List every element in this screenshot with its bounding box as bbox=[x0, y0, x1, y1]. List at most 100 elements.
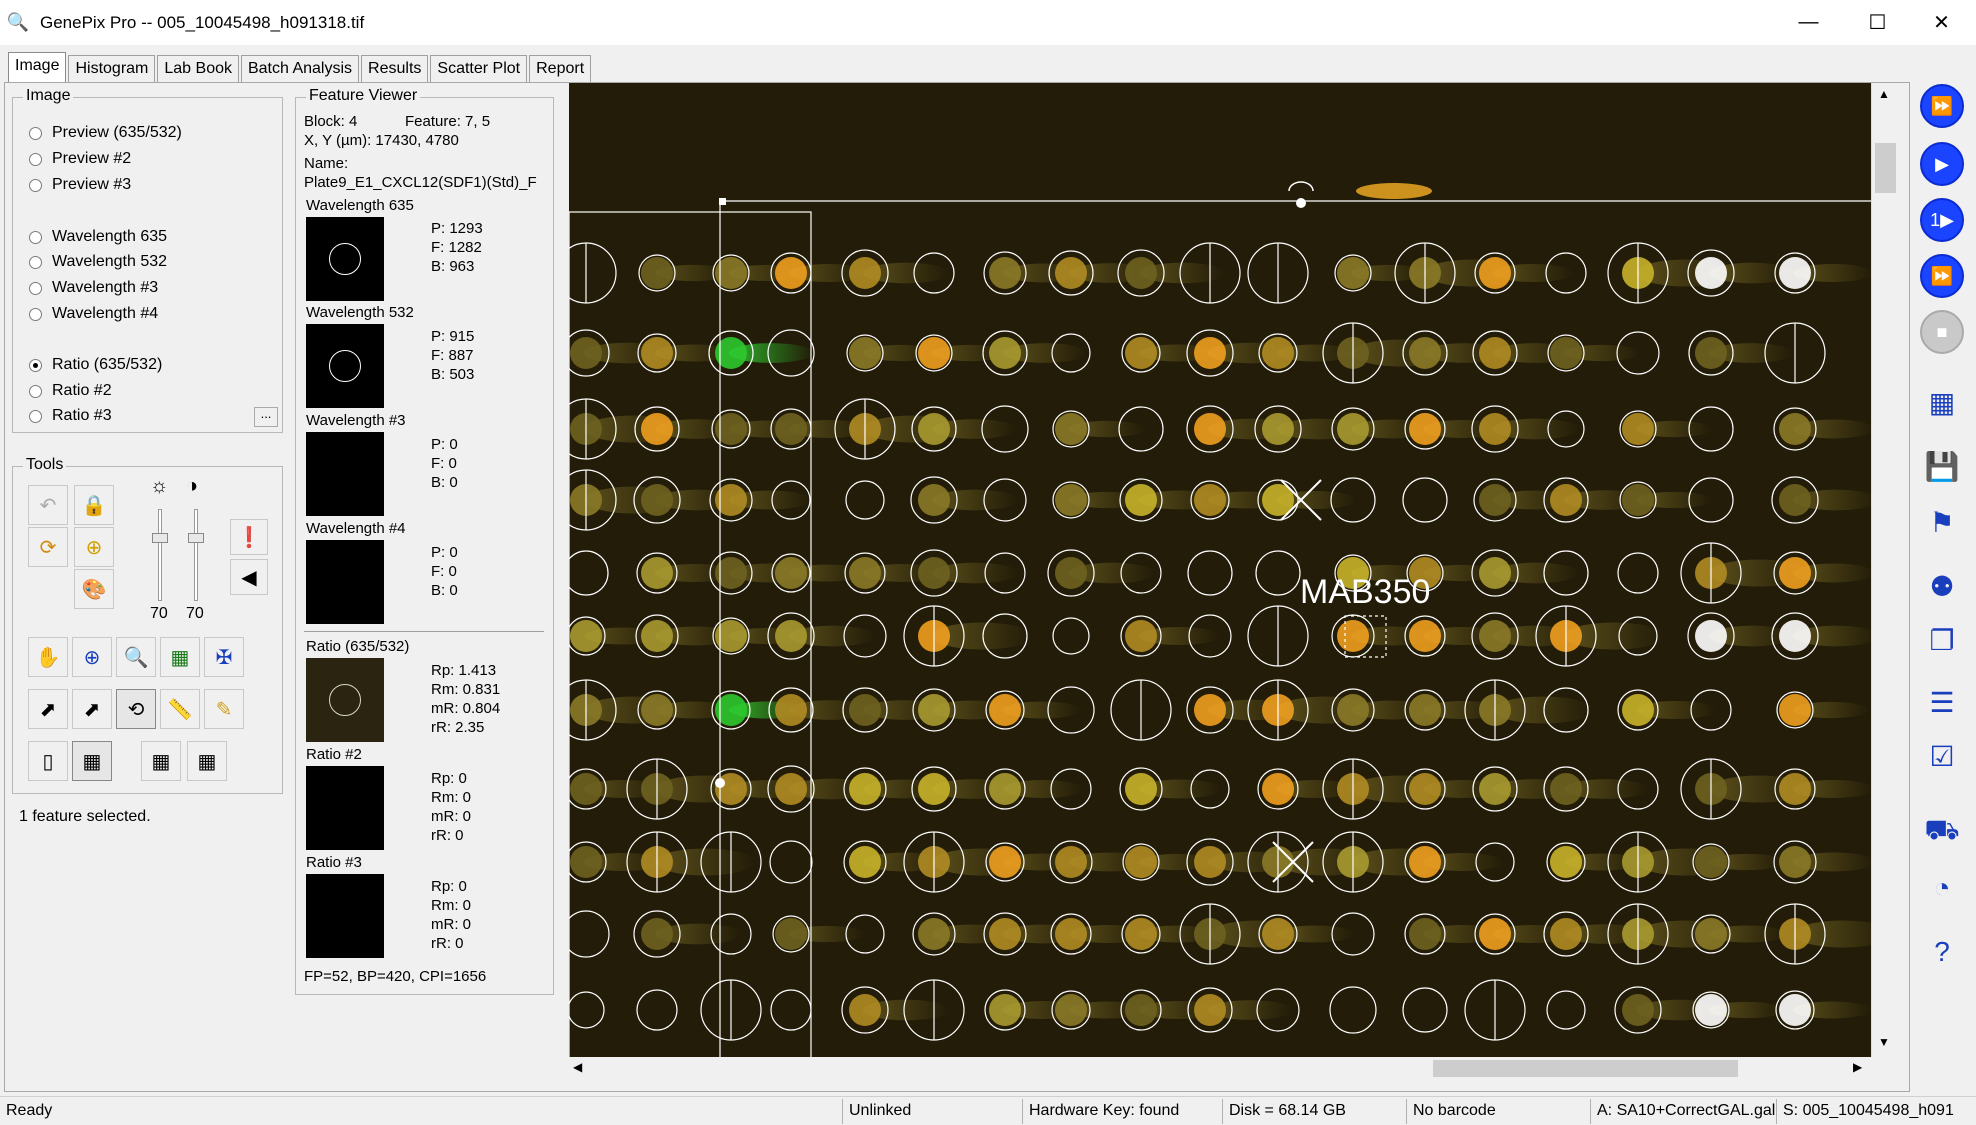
spot-signal bbox=[1695, 918, 1727, 950]
close-button[interactable]: ✕ bbox=[1907, 0, 1976, 45]
spot-signal bbox=[1550, 773, 1582, 805]
radio-wavelength-4[interactable]: Wavelength #4 bbox=[29, 304, 158, 324]
left-arrow-icon[interactable]: ◀ bbox=[230, 559, 268, 595]
minimize-button[interactable]: — bbox=[1774, 0, 1843, 45]
grid-view-icon[interactable]: ▦ bbox=[160, 637, 200, 677]
radio-wavelength-635[interactable]: Wavelength 635 bbox=[29, 227, 167, 247]
zoom-fit-icon[interactable]: ⊕ bbox=[72, 637, 112, 677]
radio-button[interactable] bbox=[29, 230, 42, 244]
radio-wavelength-3[interactable]: Wavelength #3 bbox=[29, 278, 158, 298]
grid-dots-icon[interactable]: ▦ bbox=[141, 741, 181, 781]
ruler-icon[interactable]: 📏 bbox=[160, 689, 200, 729]
microarray-image[interactable]: MAB350 bbox=[569, 83, 1871, 1057]
wavelength-3-thumbnail bbox=[306, 432, 384, 516]
pencil-icon[interactable]: ✎ bbox=[204, 689, 244, 729]
target-feature-icon[interactable]: ⊕ bbox=[74, 527, 114, 567]
xy-label: X, Y (µm): 17430, 4780 bbox=[304, 132, 459, 149]
radio-button[interactable] bbox=[29, 126, 42, 140]
find-binoculars-icon: ⚉ bbox=[1929, 570, 1955, 602]
select-pointer-icon[interactable]: ⬈ bbox=[28, 689, 68, 729]
hand-pan-icon[interactable]: ✋ bbox=[28, 637, 68, 677]
spot-signal bbox=[1262, 918, 1294, 950]
radio-button[interactable] bbox=[29, 409, 42, 423]
grid-edit-icon[interactable]: ▦ bbox=[187, 741, 227, 781]
tab-results[interactable]: Results bbox=[361, 55, 429, 82]
spot-signal bbox=[1695, 337, 1727, 369]
flag-tool-button[interactable]: ⚑ bbox=[1916, 496, 1968, 548]
microarray-image-pane[interactable]: MAB350 bbox=[569, 83, 1871, 1057]
layers-button[interactable]: ☰ bbox=[1916, 676, 1968, 728]
block-grid-icon[interactable]: ▦ bbox=[72, 741, 112, 781]
spot-signal bbox=[1125, 773, 1157, 805]
tab-report[interactable]: Report bbox=[529, 55, 592, 82]
radio-button[interactable] bbox=[29, 178, 42, 192]
block-grid-button[interactable]: ▦ bbox=[1916, 376, 1968, 428]
vertical-scrollbar[interactable]: ▲ ▼ bbox=[1871, 83, 1898, 1057]
lasso-pointer-icon[interactable]: ⟲ bbox=[116, 689, 156, 729]
gauge-button[interactable]: ◔ bbox=[1916, 862, 1968, 914]
radio-preview-2[interactable]: Preview #2 bbox=[29, 149, 131, 169]
radio-ratio-635-532[interactable]: Ratio (635/532) bbox=[29, 355, 162, 375]
horizontal-scrollbar[interactable]: ◀ ▶ bbox=[569, 1057, 1871, 1080]
radio-wavelength-532[interactable]: Wavelength 532 bbox=[29, 252, 167, 272]
hardware-button[interactable]: ⛟ bbox=[1916, 806, 1968, 858]
scan-button[interactable]: ▶ bbox=[1916, 138, 1968, 190]
tab-batch-analysis[interactable]: Batch Analysis bbox=[240, 55, 360, 82]
compass-icon[interactable]: ✠ bbox=[204, 637, 244, 677]
radio-button[interactable] bbox=[29, 384, 42, 398]
undo-icon[interactable]: ↶ bbox=[28, 485, 68, 525]
radio-button[interactable] bbox=[29, 307, 42, 321]
radio-ratio-3[interactable]: Ratio #3 bbox=[29, 406, 112, 426]
maximize-button[interactable]: ☐ bbox=[1843, 0, 1912, 45]
scroll-left-arrow[interactable]: ◀ bbox=[573, 1060, 582, 1074]
fast-scan-button[interactable]: ⏩ bbox=[1916, 80, 1968, 132]
contrast-slider[interactable] bbox=[188, 509, 204, 601]
scroll-down-arrow[interactable]: ▼ bbox=[1878, 1035, 1890, 1049]
copy-button[interactable]: ❐ bbox=[1916, 614, 1968, 666]
spot-signal bbox=[1409, 694, 1441, 726]
spot-signal bbox=[1125, 337, 1157, 369]
single-column-icon[interactable]: ▯ bbox=[28, 741, 68, 781]
scroll-thumb[interactable] bbox=[1433, 1060, 1738, 1077]
stat-b: B: 503 bbox=[431, 366, 475, 383]
lock-icon[interactable]: 🔒 bbox=[74, 485, 114, 525]
radio-button[interactable] bbox=[29, 281, 42, 295]
rotate-color-icon[interactable]: ⟳ bbox=[28, 527, 68, 567]
tab-image[interactable]: Image bbox=[8, 52, 67, 82]
scroll-right-arrow[interactable]: ▶ bbox=[1853, 1060, 1862, 1074]
spot-signal bbox=[1779, 773, 1811, 805]
rotate-handle[interactable] bbox=[1296, 198, 1306, 208]
find-button[interactable]: ⚉ bbox=[1916, 560, 1968, 612]
radio-button-checked[interactable] bbox=[29, 358, 42, 372]
exclamation-icon[interactable]: ❗ bbox=[230, 519, 268, 555]
radio-button[interactable] bbox=[29, 152, 42, 166]
brightness-slider[interactable] bbox=[152, 509, 168, 601]
radio-button[interactable] bbox=[29, 255, 42, 269]
more-options-button[interactable]: ... bbox=[254, 407, 278, 427]
multi-scan-button[interactable]: ⏩ bbox=[1916, 250, 1968, 302]
stat-p: P: 1293 bbox=[431, 220, 483, 237]
line-scan-button[interactable]: 1▶ bbox=[1916, 194, 1968, 246]
tab-scatter-plot[interactable]: Scatter Plot bbox=[430, 55, 528, 82]
radio-ratio-2[interactable]: Ratio #2 bbox=[29, 381, 112, 401]
save-open-button[interactable]: 💾 bbox=[1916, 440, 1968, 492]
spot-signal bbox=[1622, 484, 1654, 516]
wavelength-635-thumbnail bbox=[306, 217, 384, 301]
options-toggle-button[interactable]: ☑ bbox=[1916, 730, 1968, 782]
zoom-in-icon[interactable]: 🔍 bbox=[116, 637, 156, 677]
stop-button[interactable]: ■ bbox=[1916, 306, 1968, 358]
wavelength-532-thumbnail bbox=[306, 324, 384, 408]
scroll-thumb[interactable] bbox=[1875, 143, 1896, 193]
spot-signal bbox=[989, 337, 1021, 369]
tab-lab-book[interactable]: Lab Book bbox=[157, 55, 239, 82]
radio-preview-635-532[interactable]: Preview (635/532) bbox=[29, 123, 182, 143]
tab-histogram[interactable]: Histogram bbox=[68, 55, 156, 82]
add-pointer-icon[interactable]: ⬈ bbox=[72, 689, 112, 729]
radio-preview-3[interactable]: Preview #3 bbox=[29, 175, 131, 195]
stat-rm: Rm: 0.831 bbox=[431, 681, 501, 698]
help-button[interactable]: ? bbox=[1916, 926, 1968, 978]
resize-handle[interactable] bbox=[719, 198, 726, 205]
palette-icon[interactable]: 🎨 bbox=[74, 569, 114, 609]
scroll-up-arrow[interactable]: ▲ bbox=[1878, 87, 1890, 101]
rotate-handle[interactable] bbox=[715, 778, 725, 788]
